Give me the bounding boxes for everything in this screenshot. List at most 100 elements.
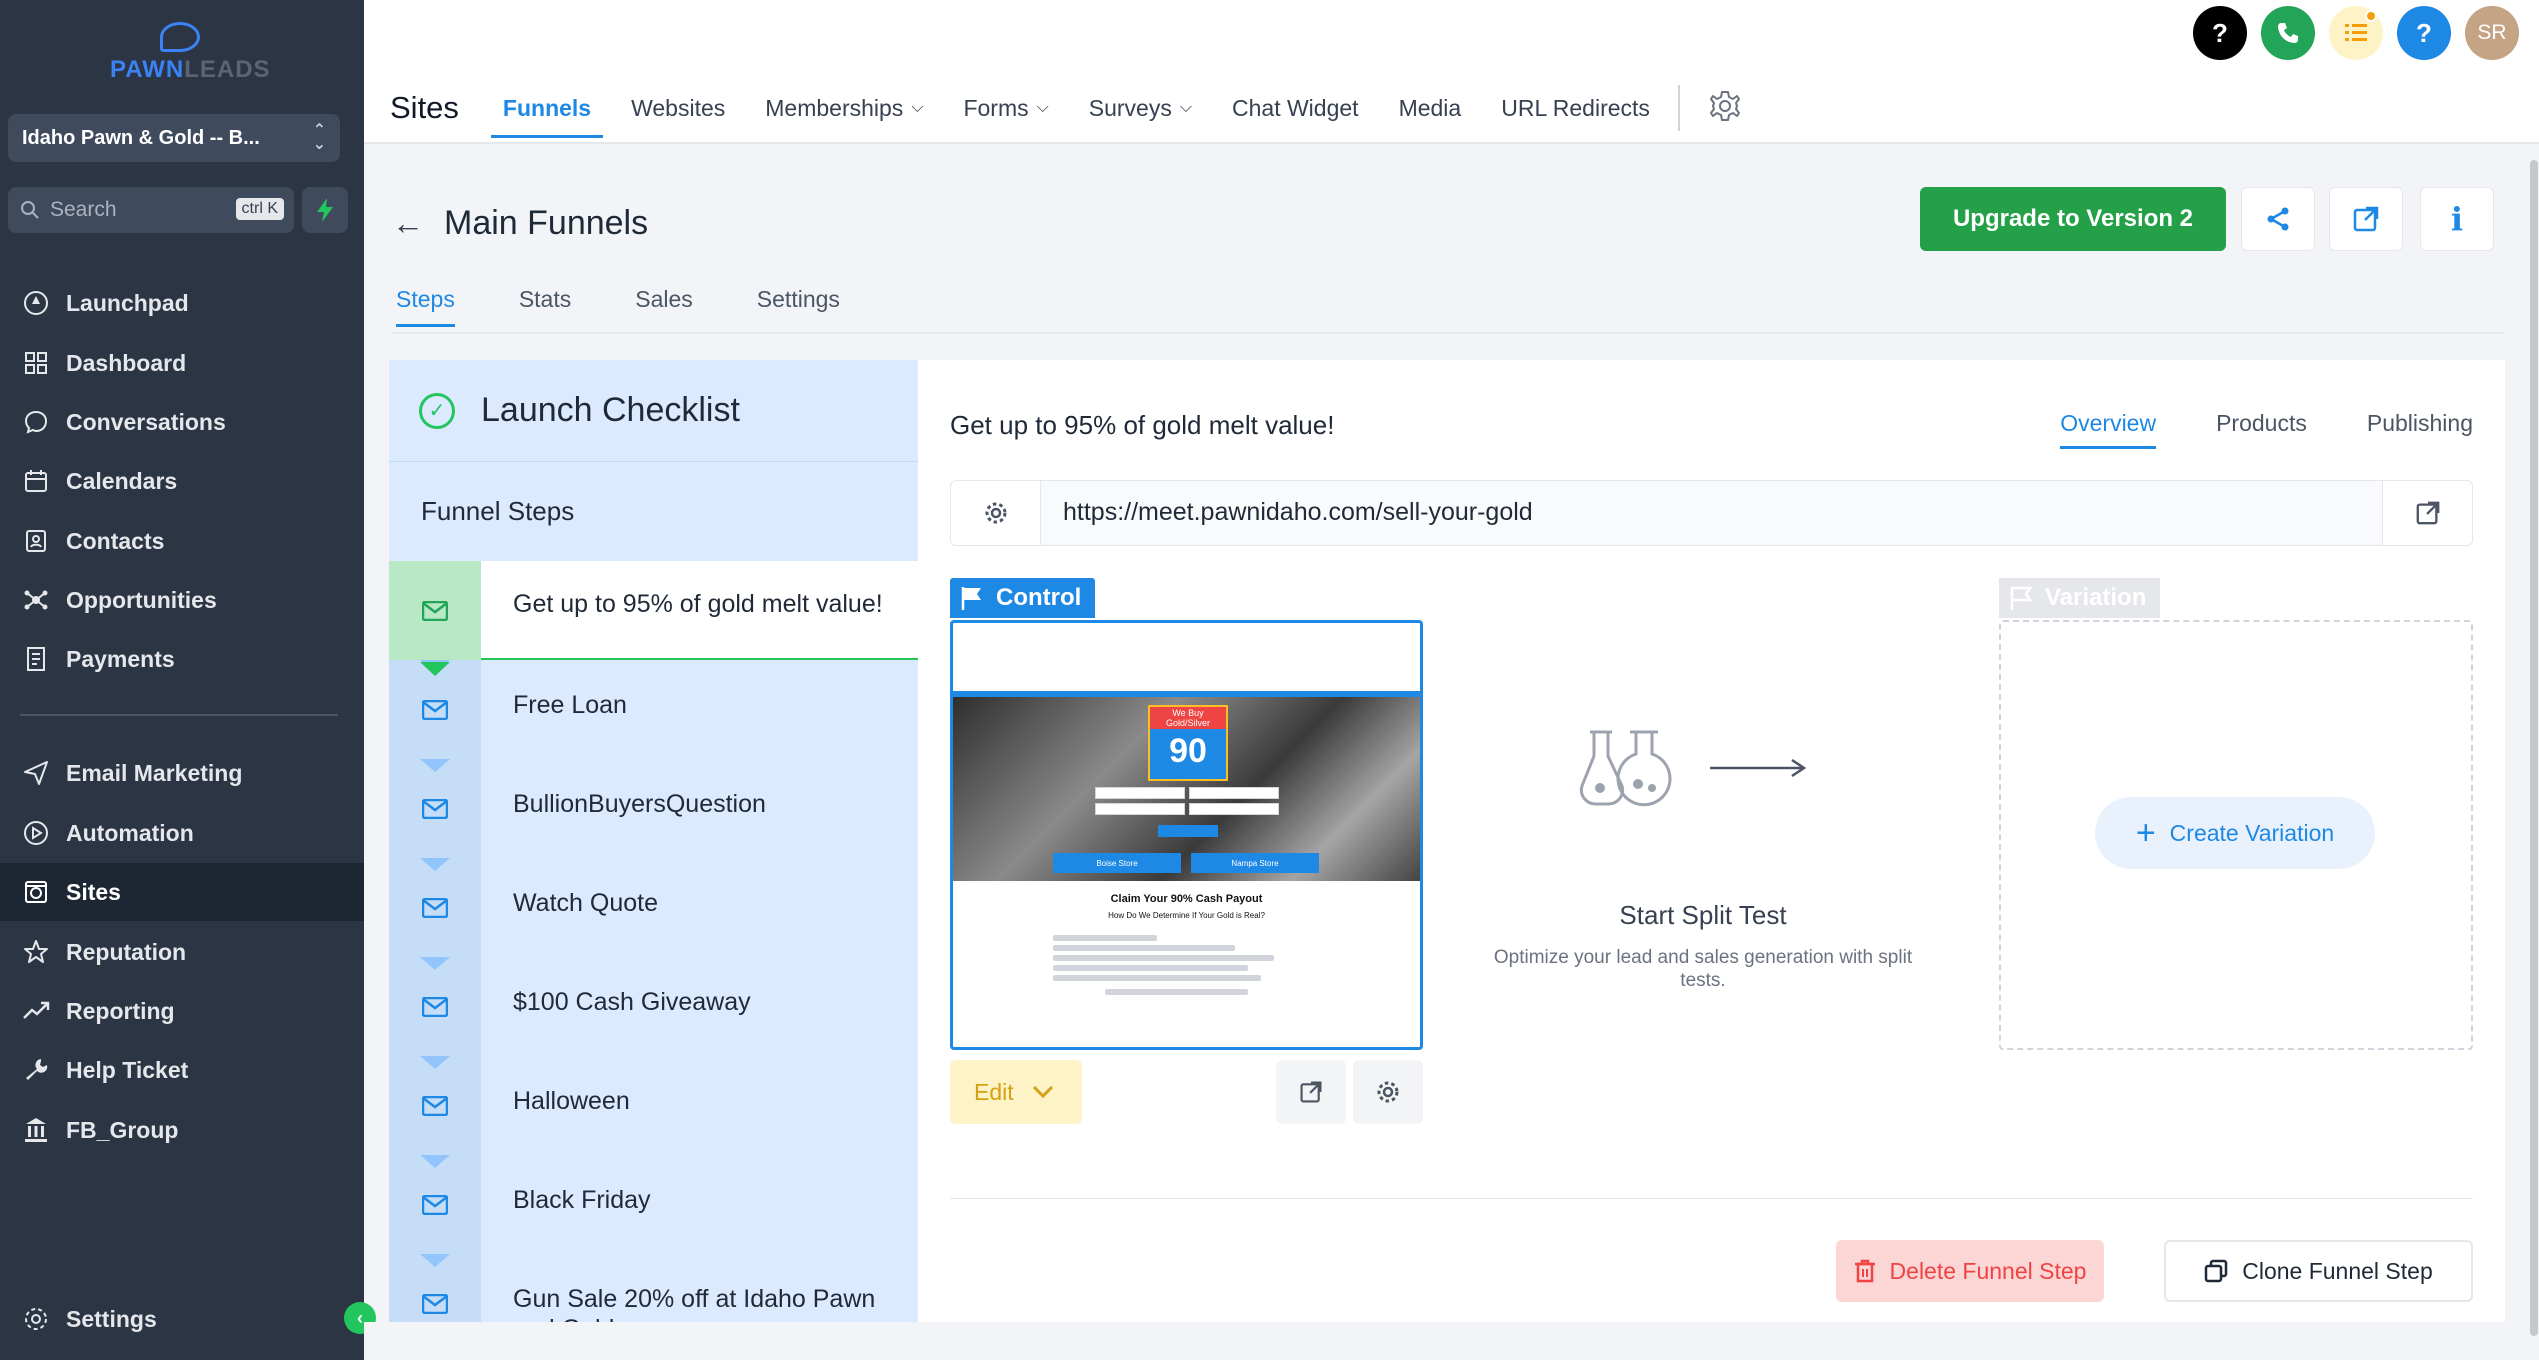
launch-checklist-label: Launch Checklist <box>481 391 740 429</box>
help-center-button[interactable]: ? <box>2193 6 2247 60</box>
preview-headline: Claim Your 90% Cash Payout <box>1110 893 1263 905</box>
tab-settings[interactable]: Settings <box>757 286 840 327</box>
sidebar-item-sites[interactable]: Sites <box>0 863 364 921</box>
sidebar-item-label: Reporting <box>66 997 175 1024</box>
tab-media[interactable]: Media <box>1399 78 1462 138</box>
contacts-icon <box>20 525 52 557</box>
open-control-button[interactable] <box>1276 1060 1346 1124</box>
tab-sales[interactable]: Sales <box>635 286 693 327</box>
tab-label: Funnels <box>502 94 592 121</box>
tab-stats[interactable]: Stats <box>519 286 571 327</box>
url-settings-button[interactable] <box>951 481 1041 545</box>
sites-tabs: Sites Funnels Websites Memberships ⌵ Form… <box>390 78 1742 138</box>
notification-dot <box>2365 10 2377 22</box>
top-icon-group: ? ? SR <box>2193 6 2519 60</box>
sidebar-item-automation[interactable]: Automation <box>0 804 364 862</box>
funnel-title: Main Funnels <box>444 204 649 242</box>
clone-step-button[interactable]: Clone Funnel Step <box>2164 1240 2473 1302</box>
funnel-step-label: Black Friday <box>513 1186 651 1214</box>
sidebar-item-reputation[interactable]: Reputation <box>0 923 364 981</box>
tab-surveys[interactable]: Surveys ⌵ <box>1089 78 1192 138</box>
page-scrollbar-thumb[interactable] <box>2530 160 2538 1336</box>
funnel-step[interactable]: Black Friday <box>389 1155 918 1254</box>
create-variation-button[interactable]: + Create Variation <box>2095 797 2375 869</box>
info-button[interactable]: i <box>2420 187 2494 251</box>
quick-actions-button[interactable] <box>302 187 348 233</box>
open-url-button[interactable] <box>2382 481 2472 545</box>
plus-icon: + <box>2135 813 2156 852</box>
open-preview-button[interactable] <box>2329 187 2403 251</box>
avatar[interactable]: SR <box>2465 6 2519 60</box>
tab-publishing[interactable]: Publishing <box>2367 410 2473 449</box>
back-arrow-icon[interactable]: ← <box>392 205 424 242</box>
step-url[interactable]: https://meet.pawnidaho.com/sell-your-gol… <box>1063 498 1533 527</box>
share-button[interactable] <box>2241 187 2315 251</box>
mail-icon <box>422 1194 448 1215</box>
sidebar-item-conversations[interactable]: Conversations <box>0 393 364 451</box>
sidebar-item-help-ticket[interactable]: Help Ticket <box>0 1041 364 1099</box>
sidebar-item-reporting[interactable]: Reporting <box>0 982 364 1040</box>
sidebar-item-email-marketing[interactable]: Email Marketing <box>0 744 364 802</box>
preview-bullets <box>1053 935 1313 999</box>
help-button[interactable]: ? <box>2397 6 2451 60</box>
search-icon <box>21 201 39 219</box>
tab-label: Surveys <box>1088 94 1172 121</box>
sidebar-item-contacts[interactable]: Contacts <box>0 512 364 570</box>
tab-websites[interactable]: Websites <box>631 78 725 138</box>
tab-memberships[interactable]: Memberships ⌵ <box>765 78 923 138</box>
preview-store-b: Nampa Store <box>1191 853 1319 873</box>
delete-step-button[interactable]: Delete Funnel Step <box>1836 1240 2104 1302</box>
funnel-steps-heading: Funnel Steps <box>421 496 575 526</box>
sites-settings-button[interactable] <box>1708 89 1742 128</box>
sidebar-item-opportunities[interactable]: Opportunities <box>0 571 364 629</box>
tab-steps[interactable]: Steps <box>396 286 455 327</box>
launch-checklist[interactable]: ✓ Launch Checklist <box>389 360 918 462</box>
sidebar-item-calendars[interactable]: Calendars <box>0 452 364 510</box>
tab-funnels[interactable]: Funnels <box>490 78 604 138</box>
top-bar: ? ? SR Sites Funnels Websites Membership… <box>364 0 2539 144</box>
gear-icon <box>1709 90 1740 121</box>
search-input[interactable]: Search ctrl K <box>8 187 294 233</box>
tab-overview[interactable]: Overview <box>2060 410 2156 449</box>
preview-subline: How Do We Determine If Your Gold is Real… <box>1108 911 1265 920</box>
funnel-step[interactable]: Free Loan <box>389 660 918 759</box>
notifications-button[interactable] <box>2329 6 2383 60</box>
edit-page-button[interactable]: Edit <box>950 1060 1082 1124</box>
location-switcher[interactable]: Idaho Pawn & Gold -- B... ⌃ ⌄ <box>8 114 340 162</box>
tab-label: URL Redirects <box>1501 94 1650 121</box>
phone-button[interactable] <box>2261 6 2315 60</box>
gear-icon <box>1377 1081 1399 1103</box>
control-settings-button[interactable] <box>1353 1060 1423 1124</box>
sidebar-item-dashboard[interactable]: Dashboard <box>0 334 364 392</box>
sidebar-item-payments[interactable]: Payments <box>0 630 364 688</box>
brand-logo[interactable]: PAWNLEADS <box>110 22 270 83</box>
funnel-step[interactable]: Get up to 95% of gold melt value! <box>389 561 918 676</box>
phone-icon <box>2278 23 2298 43</box>
play-circle-icon <box>20 817 52 849</box>
funnel-step-label: Halloween <box>513 1087 630 1115</box>
tab-url-redirects[interactable]: URL Redirects <box>1501 78 1650 138</box>
info-icon: i <box>2450 200 2464 238</box>
tab-chat-widget[interactable]: Chat Widget <box>1232 78 1359 138</box>
funnel-step[interactable]: Halloween <box>389 1056 918 1155</box>
sidebar-item-launchpad[interactable]: Launchpad <box>0 274 364 332</box>
flag-icon <box>961 587 981 610</box>
control-page-preview[interactable]: We Buy Gold/Silver 90 Boise Store Nampa … <box>950 620 1423 1050</box>
trash-icon <box>1854 1259 1875 1283</box>
chat-bubble-logo-icon <box>160 22 200 52</box>
sidebar-item-fb-group[interactable]: FB_Group <box>0 1101 364 1159</box>
tab-products[interactable]: Products <box>2216 410 2307 449</box>
preview-hero-image: We Buy Gold/Silver 90 Boise Store Nampa … <box>953 691 1420 881</box>
check-circle-icon: ✓ <box>419 392 455 429</box>
gear-icon <box>20 1303 52 1335</box>
sidebar-item-label: Reputation <box>66 938 187 965</box>
funnel-step[interactable]: BullionBuyersQuestion <box>389 759 918 858</box>
sidebar-item-settings[interactable]: Settings <box>0 1290 364 1348</box>
step-url-bar: https://meet.pawnidaho.com/sell-your-gol… <box>950 480 2473 546</box>
sidebar-item-label: Calendars <box>66 467 178 494</box>
upgrade-button[interactable]: Upgrade to Version 2 <box>1920 187 2226 251</box>
tab-forms[interactable]: Forms ⌵ <box>963 78 1048 138</box>
flag-icon <box>2010 586 2033 610</box>
funnel-step[interactable]: $100 Cash Giveaway <box>389 957 918 1056</box>
funnel-step[interactable]: Watch Quote <box>389 858 918 957</box>
